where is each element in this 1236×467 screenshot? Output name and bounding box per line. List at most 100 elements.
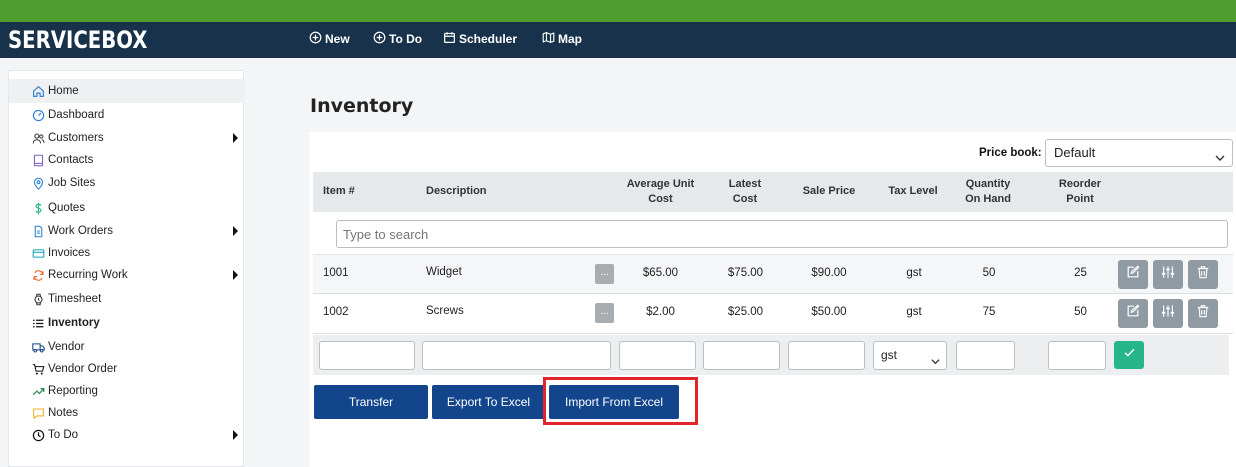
cell-latest-cost: $75.00 [727,267,764,279]
th-sale-price: Sale Price [802,185,856,197]
truck-icon [31,340,45,354]
sidebar-item-quotes[interactable]: Quotes [9,197,245,219]
edit-icon [1126,265,1140,284]
page-title: Inventory [310,95,414,117]
nav-map-label: Map [558,32,582,46]
sidebar-item-reporting[interactable]: Reporting [9,380,245,402]
more-options-button[interactable]: ... [595,303,614,323]
adjust-button[interactable] [1153,260,1183,289]
new-description-input[interactable] [422,341,611,370]
cell-average-cost: $65.00 [642,267,679,279]
new-reorder-point-input[interactable] [1048,341,1106,370]
sidebar-item-notes[interactable]: Notes [9,402,245,424]
top-navbar: SERVICEBOX New To Do Scheduler Map [0,22,1236,58]
sidebar-item-job-sites[interactable]: Job Sites [9,172,245,194]
sidebar-item-contacts[interactable]: Contacts [9,149,245,171]
nav-new-label: New [325,32,350,46]
cell-description: Screws [426,305,464,317]
th-reorder-point: Reorder Point [1043,177,1117,207]
sidebar-item-label: To Do [48,429,79,441]
sidebar-item-inventory[interactable]: Inventory [9,312,245,334]
sidebar-item-todo[interactable]: To Do [9,424,245,446]
gauge-icon [31,108,45,122]
save-new-item-button[interactable] [1114,341,1144,369]
home-icon [31,84,45,98]
nav-new[interactable]: New [309,31,350,47]
more-options-button[interactable]: ... [595,264,614,284]
transfer-button[interactable]: Transfer [314,385,428,419]
table-row: 1001 Widget ... $65.00 $75.00 $90.00 gst… [313,254,1233,294]
sliders-icon [1161,265,1175,284]
book-icon [31,153,45,167]
sidebar-item-label: Work Orders [48,225,113,237]
cart-icon [31,362,45,376]
new-item-number-input[interactable] [319,341,415,370]
users-icon [31,131,45,145]
cell-average-cost: $2.00 [646,306,675,318]
cell-sale-price: $90.00 [811,267,847,279]
sidebar-item-timesheet[interactable]: Timesheet [9,288,245,310]
table-header: Item # Description Average Unit Cost Lat… [313,172,1233,212]
cell-item: 1002 [323,306,349,318]
th-quantity-on-hand: Quantity On Hand [953,177,1023,207]
th-latest-cost: Latest Cost [715,177,775,207]
caret-right-icon [233,226,238,236]
map-pin-icon [31,176,45,190]
cell-reorder-point: 50 [1074,306,1087,318]
cell-reorder-point: 25 [1074,267,1087,279]
nav-todo[interactable]: To Do [373,31,422,47]
chevron-down-icon [930,350,941,365]
price-book-label: Price book: [979,147,1042,159]
sidebar-item-recurring-work[interactable]: Recurring Work [9,264,245,286]
clock-icon [31,428,45,442]
sidebar: Home Dashboard Customers Contacts Job Si… [8,70,245,467]
sidebar-item-label: Home [48,85,79,97]
nav-scheduler[interactable]: Scheduler [443,31,517,47]
check-icon [1123,346,1136,364]
dollar-icon [31,201,45,215]
new-sale-price-input[interactable] [788,341,865,370]
sidebar-item-label: Inventory [48,317,100,329]
delete-button[interactable] [1188,299,1218,328]
th-quantity-line2: On Hand [965,193,1011,205]
trash-icon [1196,304,1210,323]
new-latest-cost-input[interactable] [703,341,780,370]
sidebar-item-home[interactable]: Home [9,79,245,103]
sidebar-item-label: Recurring Work [48,269,128,281]
trash-icon [1196,265,1210,284]
sidebar-item-dashboard[interactable]: Dashboard [9,104,245,126]
new-quantity-input[interactable] [956,341,1015,370]
sidebar-item-work-orders[interactable]: Work Orders [9,220,245,242]
calendar-icon [443,31,456,47]
sidebar-item-vendor[interactable]: Vendor [9,336,245,358]
trend-icon [31,384,45,398]
adjust-button[interactable] [1153,299,1183,328]
chevron-down-icon [1214,147,1226,161]
cell-description: Widget [426,266,462,278]
sidebar-item-label: Job Sites [48,177,96,189]
list-icon [31,316,45,330]
sidebar-item-label: Vendor Order [48,363,118,375]
new-tax-level-select[interactable]: gst [873,341,947,370]
plus-circle-icon [309,31,322,47]
new-average-cost-input[interactable] [619,341,696,370]
th-quantity-line1: Quantity [965,178,1011,190]
th-reorder-line2: Point [1066,193,1094,205]
delete-button[interactable] [1188,260,1218,289]
price-book-select[interactable]: Default [1045,139,1233,167]
edit-button[interactable] [1118,260,1148,289]
nav-map[interactable]: Map [542,31,582,47]
servicebox-logo[interactable]: SERVICEBOX [8,26,147,54]
export-to-excel-button[interactable]: Export To Excel [432,385,545,419]
search-input[interactable] [336,220,1228,248]
cell-sale-price: $50.00 [811,306,847,318]
sidebar-item-invoices[interactable]: Invoices [9,242,245,264]
new-item-row: gst [313,335,1229,375]
sidebar-item-label: Quotes [48,202,86,214]
sidebar-item-customers[interactable]: Customers [9,127,245,149]
caret-right-icon [233,270,238,280]
card-icon [31,246,45,260]
edit-button[interactable] [1118,299,1148,328]
map-icon [542,31,555,47]
sidebar-item-vendor-order[interactable]: Vendor Order [9,358,245,380]
